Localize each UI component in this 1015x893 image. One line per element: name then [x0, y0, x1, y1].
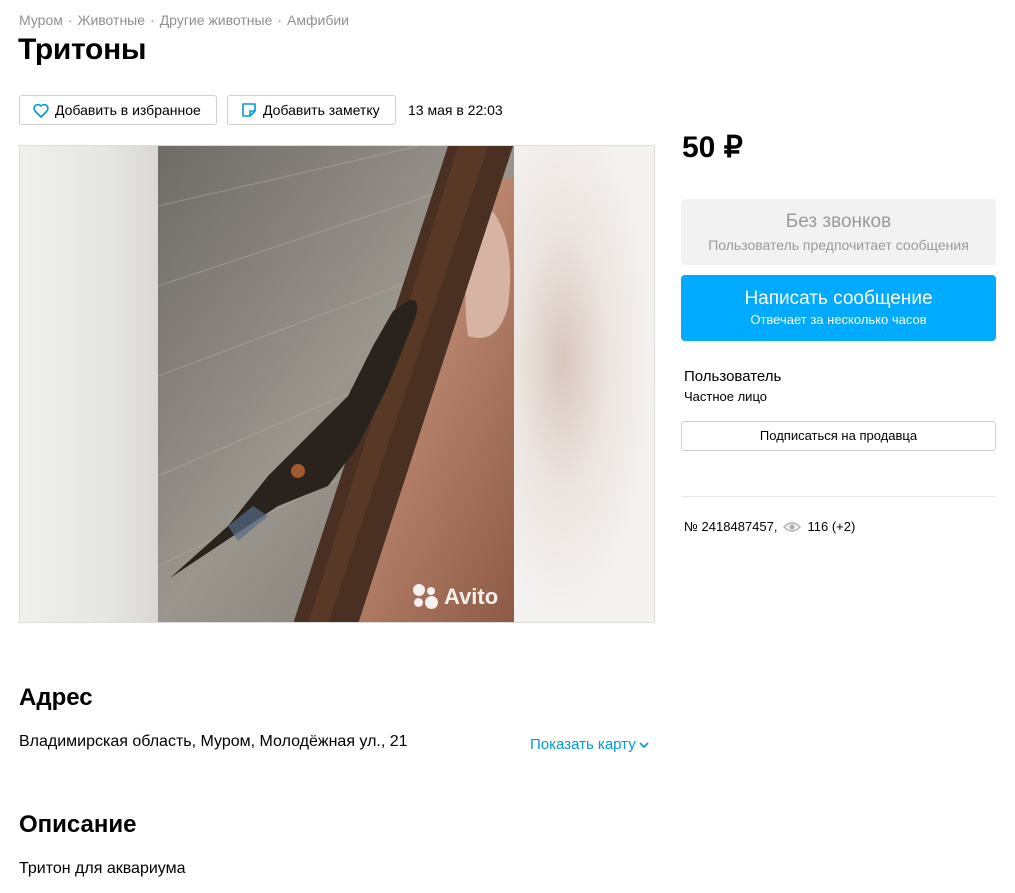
address-text: Владимирская область, Муром, Молодёжная … [19, 733, 408, 750]
add-note-button[interactable]: Добавить заметку [227, 95, 396, 125]
breadcrumb: Муром · Животные · Другие животные · Амф… [19, 12, 349, 28]
breadcrumb-separator: · [277, 12, 283, 28]
avito-logo-icon [412, 584, 438, 610]
no-calls-notice: Без звонков Пользователь предпочитает со… [681, 199, 996, 265]
show-map-label: Показать карту [530, 736, 636, 753]
description-heading: Описание [19, 811, 137, 838]
listing-photo[interactable] [158, 146, 517, 622]
add-note-label: Добавить заметку [263, 102, 380, 118]
breadcrumb-item-other-animals[interactable]: Другие животные [160, 12, 273, 28]
eye-icon [783, 521, 802, 532]
page-title: Тритоны [18, 33, 147, 66]
breadcrumb-separator: · [150, 12, 155, 28]
ad-meta: № 2418487457, 116 (+2) [684, 519, 855, 534]
price: 50 ₽ [682, 131, 743, 164]
chevron-down-icon [639, 741, 649, 748]
breadcrumb-item-city[interactable]: Муром [19, 12, 63, 28]
seller-name[interactable]: Пользователь [684, 368, 781, 385]
add-to-favorites-button[interactable]: Добавить в избранное [19, 95, 217, 125]
no-calls-title: Без звонков [785, 211, 892, 232]
gallery-blur-left [20, 146, 158, 622]
avito-watermark: Avito [412, 584, 498, 610]
divider [681, 496, 996, 497]
subscribe-seller-button[interactable]: Подписаться на продавца [681, 421, 996, 451]
seller-type: Частное лицо [684, 389, 767, 404]
breadcrumb-item-animals[interactable]: Животные [78, 12, 146, 28]
show-map-link[interactable]: Показать карту [530, 736, 649, 753]
publish-date: 13 мая в 22:03 [408, 102, 503, 118]
breadcrumb-separator: · [67, 12, 73, 28]
newt-photo-image [158, 146, 517, 622]
write-message-button[interactable]: Написать сообщение Отвечает за несколько… [681, 275, 996, 341]
views-counter: 116 (+2) [783, 519, 855, 534]
breadcrumb-item-amphibians[interactable]: Амфибии [287, 12, 349, 28]
note-icon [242, 103, 256, 117]
heart-icon [33, 103, 49, 118]
ad-number: № 2418487457, [684, 519, 778, 534]
watermark-text: Avito [444, 584, 499, 609]
views-count: 116 (+2) [807, 519, 856, 534]
description-text: Тритон для аквариума [19, 860, 186, 877]
write-message-title: Написать сообщение [744, 288, 933, 309]
address-heading: Адрес [19, 684, 93, 711]
image-gallery[interactable]: Avito [19, 145, 655, 623]
add-to-favorites-label: Добавить в избранное [55, 102, 201, 118]
gallery-blur-right [514, 146, 654, 622]
no-calls-subtitle: Пользователь предпочитает сообщения [708, 237, 969, 253]
write-message-subtitle: Отвечает за несколько часов [750, 312, 927, 327]
